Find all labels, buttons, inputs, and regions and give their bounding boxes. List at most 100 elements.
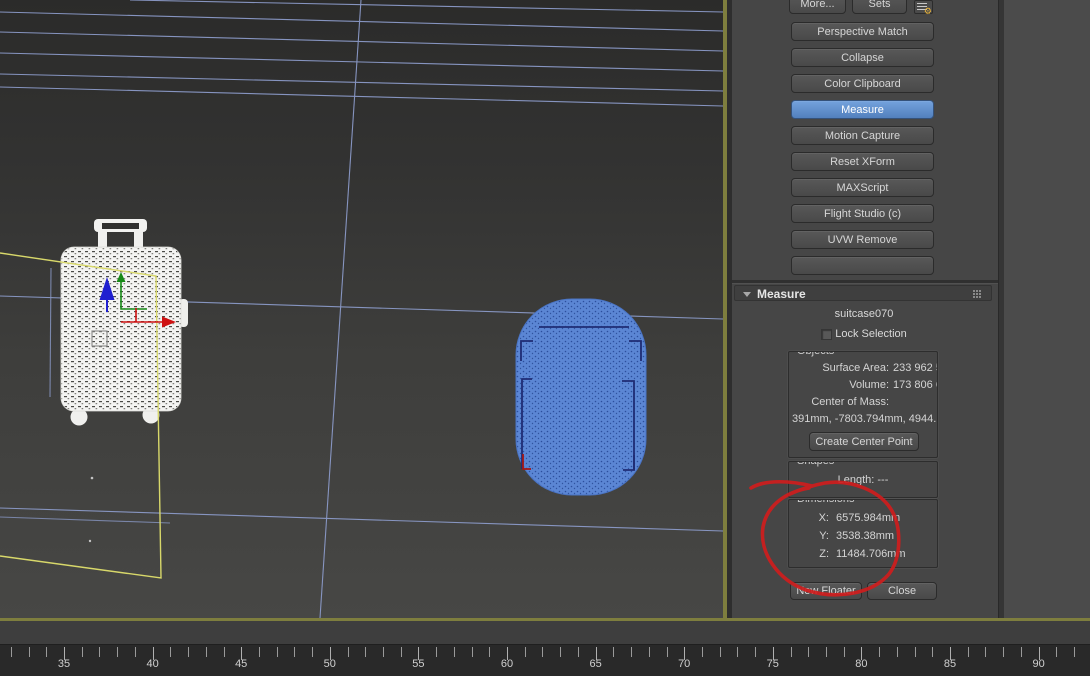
timeline-tick (436, 647, 437, 657)
timeline-tick (188, 647, 189, 657)
dimension-y-label: Y: (801, 530, 829, 542)
panel-right-spacer (1004, 0, 1090, 618)
utility-button-perspective-match[interactable]: Perspective Match (791, 22, 934, 41)
timeline-tick (578, 647, 579, 657)
timeline-tick (932, 647, 933, 657)
dimension-z-label: Z: (801, 548, 829, 560)
more-utilities-button[interactable]: More... (789, 0, 846, 14)
viewport-perspective[interactable] (0, 0, 727, 618)
dimension-x-value: 6575.984mm (836, 512, 900, 524)
timeline-tick (46, 647, 47, 657)
timeline-tick (879, 647, 880, 657)
timeline-tick (525, 647, 526, 657)
timeline-tick (11, 647, 12, 657)
timeline-tick (720, 647, 721, 657)
dimension-x-label: X: (801, 512, 829, 524)
rollout-grip-icon[interactable] (973, 290, 975, 292)
utility-button-reset-xform[interactable]: Reset XForm (791, 152, 934, 171)
panel-separator (732, 280, 998, 284)
timeline-label: 45 (235, 658, 247, 670)
timeline-tick (542, 647, 543, 657)
utility-button-flight-studio-c[interactable]: Flight Studio (c) (791, 204, 934, 223)
utility-button-collapse[interactable]: Collapse (791, 48, 934, 67)
timeline-label: 40 (146, 658, 158, 670)
timeline-tick (99, 647, 100, 657)
timeline-tick (1021, 647, 1022, 657)
volume-value: 173 806 606 9 (893, 379, 938, 391)
close-button[interactable]: Close (867, 582, 937, 600)
center-of-mass-label: Center of Mass: (789, 396, 889, 408)
selected-capsule-object[interactable] (516, 299, 646, 495)
length-value: --- (877, 474, 888, 486)
timeline-tick (791, 647, 792, 657)
timeline-tick (985, 647, 986, 657)
timeline-tick (613, 647, 614, 657)
timeline-tick (170, 647, 171, 657)
timeline-ruler[interactable]: 354045505560657075808590 (0, 644, 1090, 676)
dimensions-group-title: Dimensions (794, 499, 857, 505)
timeline-tick (808, 647, 809, 657)
utility-button-motion-capture[interactable]: Motion Capture (791, 126, 934, 145)
timeline-tick (649, 647, 650, 657)
measure-rollout-header[interactable]: Measure (734, 285, 992, 301)
lock-selection-label: Lock Selection (835, 328, 907, 340)
timeline-tick (135, 647, 136, 657)
timeline-tick (365, 647, 366, 657)
timeline-tick (82, 647, 83, 657)
utility-button-empty[interactable] (791, 256, 934, 275)
timeline-tick (1074, 647, 1075, 657)
utilities-command-panel: More... Sets ⚙ Perspective Match Collapse… (732, 0, 998, 618)
timeline-label: 60 (501, 658, 513, 670)
timeline-tick (737, 647, 738, 657)
objects-group-title: Objects (794, 351, 837, 357)
utility-button-color-clipboard[interactable]: Color Clipboard (791, 74, 934, 93)
timeline-tick (1003, 647, 1004, 657)
timeline[interactable]: 354045505560657075808590 (0, 621, 1090, 676)
dimensions-groupbox: Dimensions X: 6575.984mm Y: 3538.38mm Z:… (788, 499, 938, 568)
timeline-tick (755, 647, 756, 657)
timeline-tick (454, 647, 455, 657)
timeline-tick (826, 647, 827, 657)
new-floater-button[interactable]: New Floater (790, 582, 862, 600)
timeline-tick (1056, 647, 1057, 657)
timeline-tick (560, 647, 561, 657)
timeline-tick (312, 647, 313, 657)
center-of-mass-value: 391mm, -7803.794mm, 4944. (792, 413, 936, 425)
timeline-tick (489, 647, 490, 657)
timeline-label: 80 (855, 658, 867, 670)
utility-button-measure[interactable]: Measure (791, 100, 934, 119)
sets-button[interactable]: Sets (852, 0, 907, 14)
timeline-tick (206, 647, 207, 657)
rollout-title: Measure (757, 287, 806, 301)
scene-specks (89, 477, 93, 543)
utility-button-maxscript[interactable]: MAXScript (791, 178, 934, 197)
volume-label: Volume: (789, 379, 889, 391)
timeline-tick (631, 647, 632, 657)
gear-icon: ⚙ (924, 7, 932, 16)
timeline-tick (968, 647, 969, 657)
timeline-label: 55 (412, 658, 424, 670)
timeline-label: 50 (324, 658, 336, 670)
timeline-label: 70 (678, 658, 690, 670)
timeline-label: 75 (767, 658, 779, 670)
timeline-tick (29, 647, 30, 657)
lock-selection-checkbox[interactable] (821, 329, 832, 340)
timeline-tick (259, 647, 260, 657)
create-center-point-button[interactable]: Create Center Point (809, 432, 919, 451)
timeline-tick (348, 647, 349, 657)
timeline-label: 90 (1032, 658, 1044, 670)
timeline-tick (915, 647, 916, 657)
shapes-group-title: Shapes (794, 461, 837, 467)
timeline-tick (667, 647, 668, 657)
utility-button-uvw-remove[interactable]: UVW Remove (791, 230, 934, 249)
timeline-tick (383, 647, 384, 657)
timeline-tick (277, 647, 278, 657)
timeline-tick (401, 647, 402, 657)
timeline-label: 85 (944, 658, 956, 670)
configure-button-sets-icon[interactable]: ⚙ (914, 0, 933, 14)
timeline-tick (294, 647, 295, 657)
timeline-tick (117, 647, 118, 657)
measured-object-name: suitcase070 (759, 308, 969, 320)
objects-groupbox: Objects Surface Area: 233 962 534.9 Volu… (788, 351, 938, 458)
timeline-tick (224, 647, 225, 657)
